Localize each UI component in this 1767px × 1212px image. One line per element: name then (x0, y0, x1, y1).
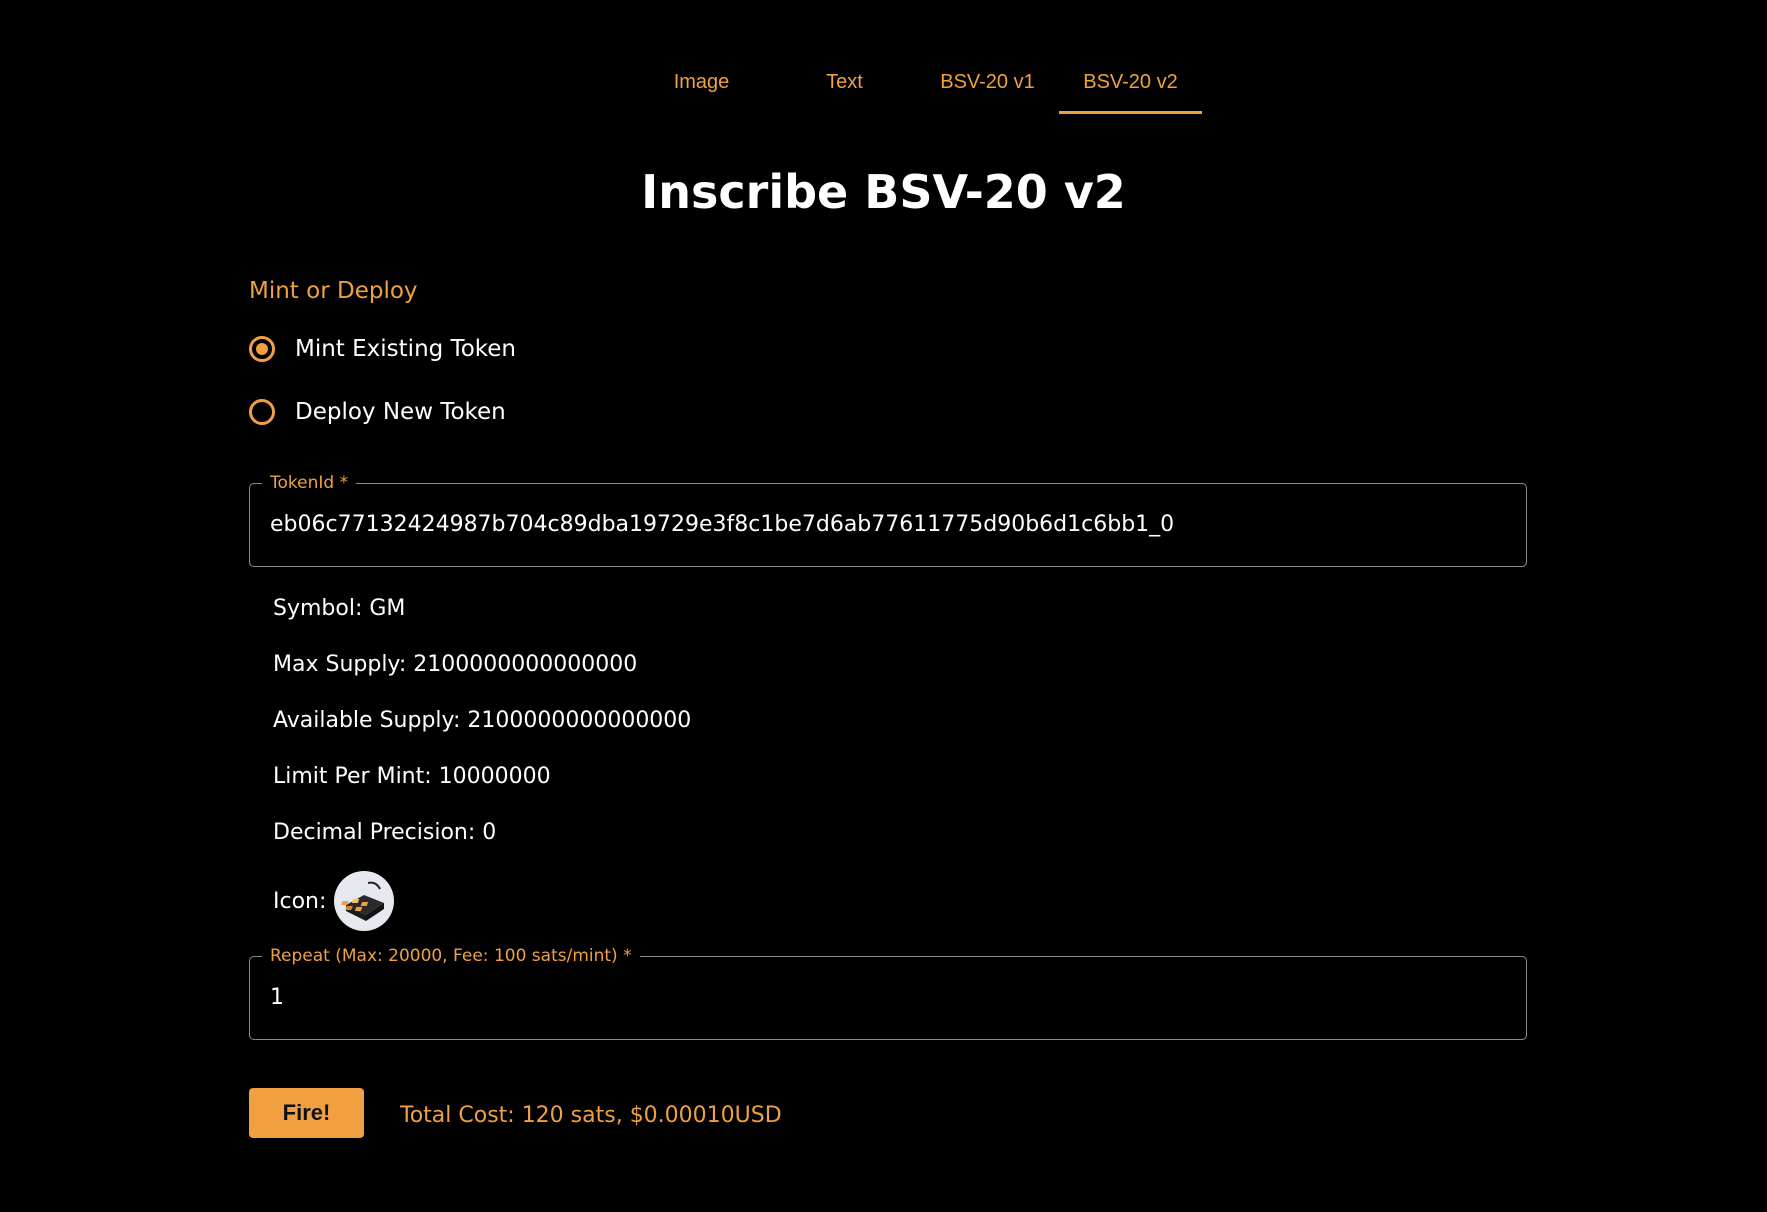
tab-bar: Image Text BSV-20 v1 BSV-20 v2 (630, 50, 1202, 114)
radio-deploy-new-token[interactable]: Deploy New Token (249, 399, 506, 425)
radio-unchecked-icon[interactable] (249, 399, 275, 425)
mint-or-deploy-label: Mint or Deploy (249, 278, 418, 304)
token-id-legend: TokenId * (262, 473, 357, 493)
token-id-field: TokenId * (249, 473, 1527, 567)
repeat-legend: Repeat (Max: 20000, Fee: 100 sats/mint) … (262, 946, 640, 966)
page-title: Inscribe BSV-20 v2 (641, 165, 1126, 219)
repeat-input[interactable] (270, 977, 1506, 1017)
token-icon-row: Icon: (273, 871, 395, 931)
token-available-supply: Available Supply: 2100000000000000 (273, 708, 692, 733)
token-symbol: Symbol: GM (273, 596, 406, 621)
tab-text[interactable]: Text (773, 50, 916, 114)
tab-image[interactable]: Image (630, 50, 773, 114)
radio-mint-existing-token[interactable]: Mint Existing Token (249, 336, 516, 362)
token-id-input[interactable] (270, 504, 1506, 544)
token-decimal-precision: Decimal Precision: 0 (273, 820, 497, 845)
token-logo-graphic (341, 881, 385, 921)
radio-checked-icon[interactable] (249, 336, 275, 362)
radio-label-deploy: Deploy New Token (295, 399, 506, 425)
total-cost: Total Cost: 120 sats, $0.00010USD (400, 1103, 782, 1128)
tab-bsv20-v1[interactable]: BSV-20 v1 (916, 50, 1059, 114)
fire-button[interactable]: Fire! (249, 1088, 364, 1138)
token-max-supply: Max Supply: 2100000000000000 (273, 652, 638, 677)
token-logo-icon (334, 871, 395, 931)
page: Image Text BSV-20 v1 BSV-20 v2 Inscribe … (0, 0, 1767, 1212)
repeat-field: Repeat (Max: 20000, Fee: 100 sats/mint) … (249, 946, 1527, 1040)
token-limit-per-mint: Limit Per Mint: 10000000 (273, 764, 551, 789)
radio-label-mint: Mint Existing Token (295, 336, 516, 362)
tab-bsv20-v2[interactable]: BSV-20 v2 (1059, 50, 1202, 114)
token-icon-label: Icon: (273, 888, 327, 914)
